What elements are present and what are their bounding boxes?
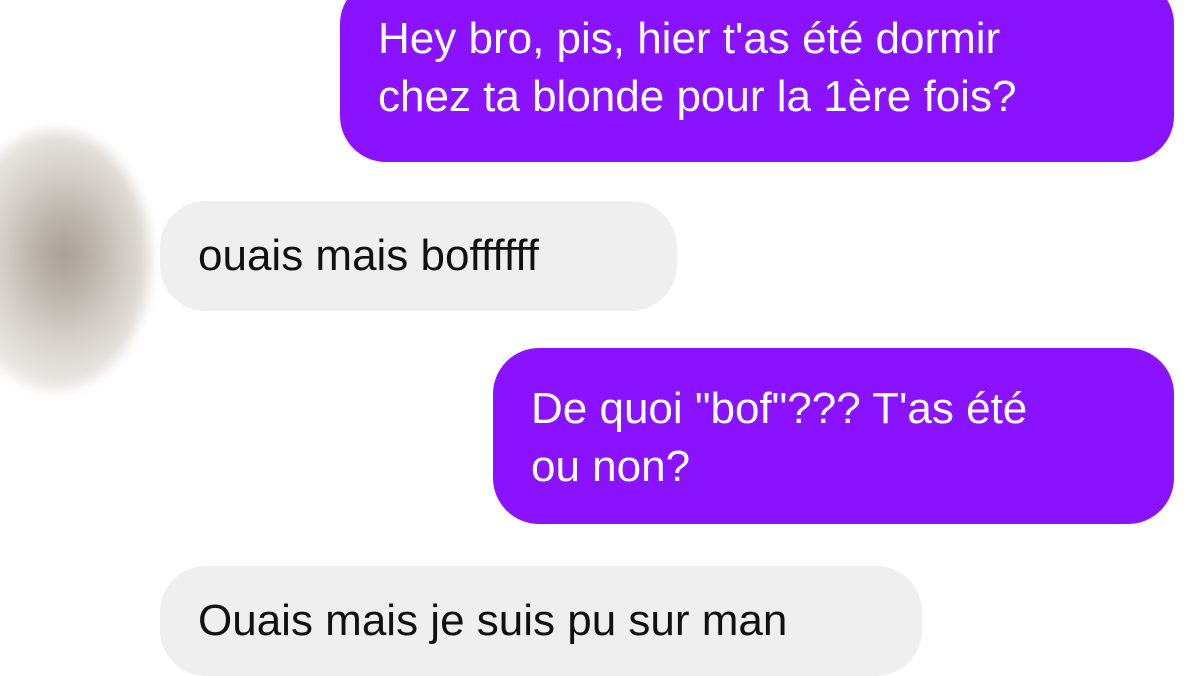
message-text-line: ouais mais boffffff [198,231,539,280]
message-text-line: Ouais mais je suis pu sur man [198,596,788,645]
message-text-line: chez ta blonde pour la 1ère fois? [378,72,1017,121]
contact-avatar[interactable] [0,130,150,390]
received-message-bubble[interactable]: Ouais mais je suis pu sur man [160,566,922,676]
message-text-line: ou non? [531,442,691,491]
sent-message-bubble[interactable]: Hey bro, pis, hier t'as été dormir chez … [340,0,1174,162]
chat-thread: Hey bro, pis, hier t'as été dormir chez … [0,0,1200,676]
sent-message-bubble[interactable]: De quoi "bof"??? T'as été ou non? [493,348,1174,524]
received-message-bubble[interactable]: ouais mais boffffff [160,201,677,311]
message-text-line: Hey bro, pis, hier t'as été dormir [378,14,1001,63]
message-text-line: De quoi "bof"??? T'as été [531,384,1028,433]
